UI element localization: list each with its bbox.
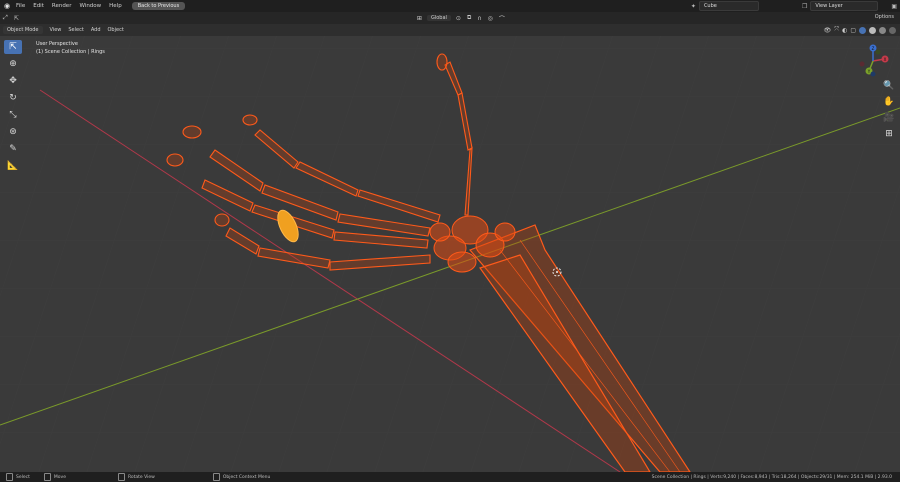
perspective-toggle-icon[interactable]: ⊞ (883, 128, 895, 140)
visibility-icon[interactable]: 👁 (824, 27, 832, 34)
perspective-label: User Perspective (36, 41, 78, 47)
camera-view-icon[interactable]: 🎥 (883, 112, 895, 124)
mouse-middle-icon (117, 473, 125, 481)
status-hint-move: Move (43, 473, 66, 481)
object-mode-select[interactable]: Object Mode (3, 26, 43, 34)
menu-window[interactable]: Window (75, 3, 105, 9)
menu-view[interactable]: View (50, 27, 62, 33)
orientation-select[interactable]: Global (426, 15, 451, 21)
menu-render[interactable]: Render (48, 3, 76, 9)
zoom-icon[interactable]: 🔍 (883, 80, 895, 92)
material-shading-icon[interactable] (879, 26, 886, 34)
transform-tool-icon[interactable]: ⊛ (4, 125, 22, 139)
xray-icon[interactable]: ▢ (850, 27, 856, 34)
mouse-right-icon (212, 473, 220, 481)
header-right: Options (875, 14, 894, 20)
tool-header: ⤢ ⇱ ⊞ Global ⊙ ⧉ ∩ ◎ ⌒ Options (0, 12, 900, 24)
solid-shading-icon[interactable] (869, 26, 876, 34)
left-toolbar: ⇱ ⊕ ✥ ↻ ⤡ ⊛ ✎ 📐 (4, 40, 22, 173)
view-layer-icon[interactable]: ❐ (802, 3, 807, 10)
mouse-left-icon (6, 473, 13, 481)
back-to-previous-button[interactable]: Back to Previous (131, 2, 186, 10)
viewport-shading-controls: 👁 ⤧ ◐ ▢ (824, 26, 896, 34)
options-dropdown[interactable]: Options (875, 14, 894, 20)
overlay-toggle-icon[interactable]: ◐ (842, 27, 847, 34)
menu-select[interactable]: Select (68, 27, 83, 33)
select-mode-icon[interactable]: ⇱ (14, 15, 19, 22)
transform-settings: ⊞ Global ⊙ ⧉ ∩ ◎ ⌒ (414, 14, 508, 23)
snap-icon[interactable]: ⧉ (467, 14, 471, 22)
viewport-header: Object Mode View Select Add Object 👁 ⤧ ◐… (0, 24, 900, 36)
rotate-tool-icon[interactable]: ↻ (4, 91, 22, 105)
view-layer-field[interactable]: View Layer (810, 1, 879, 11)
scale-tool-icon[interactable]: ⤡ (4, 108, 22, 122)
gizmo-toggle-icon[interactable]: ⤧ (834, 26, 839, 34)
menu-help[interactable]: Help (105, 3, 126, 9)
pivot-icon[interactable]: ⊙ (456, 15, 461, 22)
menu-object[interactable]: Object (108, 27, 124, 33)
scene-icon[interactable]: ✦ (691, 3, 696, 10)
status-hint-rotate: Rotate View (117, 473, 155, 481)
svg-text:Z: Z (872, 46, 875, 51)
top-menu-bar: ◉ File Edit Render Window Help Back to P… (0, 0, 900, 12)
annotate-tool-icon[interactable]: ✎ (4, 142, 22, 156)
transform-tool-icon[interactable]: ⤢ (3, 14, 8, 22)
status-bar: Select Move Rotate View Object Context M… (0, 472, 900, 482)
move-tool-icon[interactable]: ✥ (4, 74, 22, 88)
status-hint-select: Select (6, 473, 30, 481)
pan-hand-icon[interactable]: ✋ (883, 96, 895, 108)
scene-svg (0, 36, 900, 472)
collection-label: (1) Scene Collection | Rings (36, 49, 105, 55)
status-hint-context: Object Context Menu (212, 473, 270, 481)
wireframe-shading-icon[interactable] (859, 26, 866, 34)
rendered-shading-icon[interactable] (889, 26, 896, 34)
menu-add[interactable]: Add (91, 27, 101, 33)
falloff-icon[interactable]: ⌒ (499, 14, 505, 23)
menu-file[interactable]: File (12, 3, 29, 9)
navigation-controls: 🔍 ✋ 🎥 ⊞ (882, 80, 896, 140)
viewport-info: User Perspective (1) Scene Collection | … (36, 40, 105, 56)
cursor-tool-icon[interactable]: ⊕ (4, 57, 22, 71)
orientation-icon: ⊞ (416, 14, 422, 22)
scene-stats: Scene Collection | Rings | Verts:9,240 |… (651, 474, 892, 480)
proportional-edit-icon[interactable]: ◎ (488, 15, 493, 22)
scene-name-field[interactable]: Cube (698, 1, 759, 11)
window-icon[interactable]: ▣ (891, 3, 897, 10)
svg-text:X: X (884, 57, 887, 62)
blender-logo-icon[interactable]: ◉ (2, 2, 12, 10)
svg-text:Y: Y (867, 69, 871, 74)
magnet-icon[interactable]: ∩ (477, 15, 481, 22)
menu-edit[interactable]: Edit (29, 3, 48, 9)
navigation-gizmo[interactable]: X Y Z (856, 44, 890, 78)
3d-viewport[interactable]: User Perspective (1) Scene Collection | … (0, 36, 900, 472)
select-box-tool-icon[interactable]: ⇱ (4, 40, 22, 54)
measure-tool-icon[interactable]: 📐 (4, 159, 22, 173)
mouse-middle-icon (43, 473, 51, 481)
